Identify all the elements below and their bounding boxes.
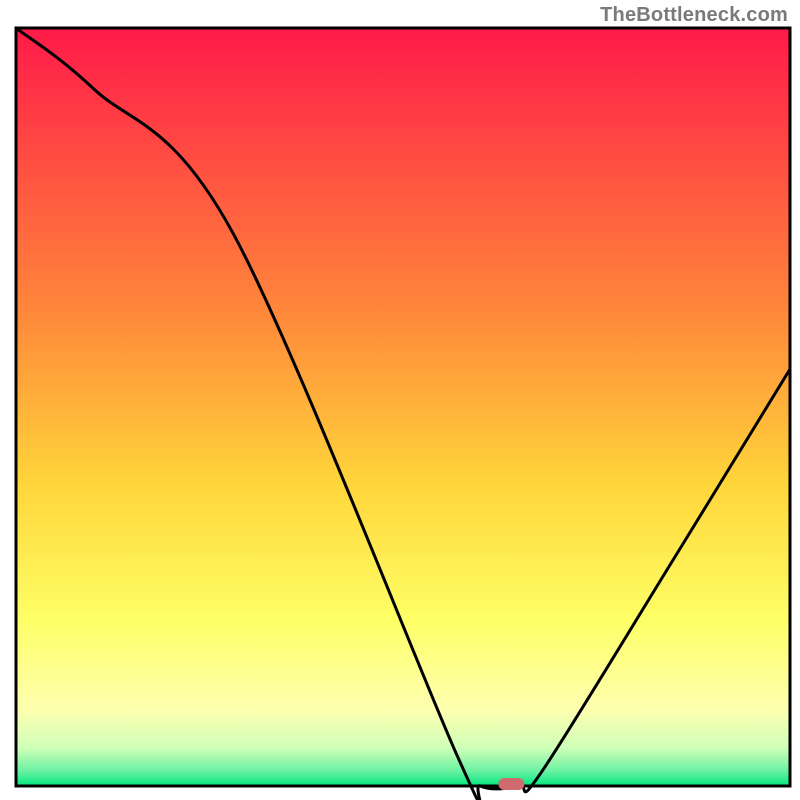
optimum-marker: [498, 778, 524, 790]
watermark-text: TheBottleneck.com: [600, 4, 788, 27]
bottleneck-chart: TheBottleneck.com: [0, 0, 800, 800]
plot-background: [16, 28, 790, 786]
chart-svg: [0, 0, 800, 800]
